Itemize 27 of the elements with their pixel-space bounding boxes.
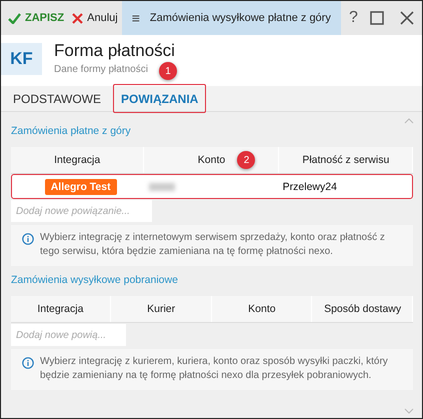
table-cell: Przelewy24 (282, 180, 337, 192)
checkmark-icon (8, 12, 21, 24)
blurred-value (149, 182, 176, 190)
info-icon (22, 357, 34, 369)
menu-icon[interactable]: ≡ (132, 10, 140, 26)
add-link-field[interactable]: Dodaj nowe powią... (11, 324, 126, 346)
maximize-icon[interactable] (370, 11, 384, 25)
close-icon[interactable] (400, 11, 414, 25)
section-title: Zamówienia płatne z góry (11, 125, 132, 137)
form-badge: KF (1, 43, 42, 75)
info-text: Wybierz integrację z internetowym serwisem sprzedaży, konto oraz płatność z tego serwisu, która będzie zamieniana na tę formę płatności nexo. (40, 231, 386, 259)
section-title: Zamówienia wysyłkowe pobraniowe (11, 274, 179, 286)
info-text: Wybierz integrację z kurierem, kuriera, konto oraz sposób wysyłki paczki, który będzie zamieniany na tę formę płatności nexo dla przesyłek pobraniowych. (40, 355, 389, 383)
highlighted-row[interactable]: Allegro Test Przelewy24 (11, 174, 413, 199)
close-icon (72, 12, 84, 24)
tab[interactable]: POWIĄZANIA (115, 86, 204, 111)
help-button[interactable]: ? (344, 9, 362, 27)
save-button[interactable]: ZAPISZ (1, 1, 68, 35)
page-title: Forma płatności (54, 41, 175, 61)
page-subtitle: Dane formy płatności (54, 64, 148, 75)
window-title: Zamówienia wysyłkowe płatne z góry (150, 12, 331, 24)
integration-tag: Allegro Test (44, 178, 117, 194)
step-badge: 2 (237, 151, 256, 169)
info-icon (22, 233, 34, 245)
add-link-field[interactable]: Dodaj nowe powiązanie... (11, 200, 152, 222)
tab[interactable]: PODSTAWOWE (7, 86, 107, 111)
cancel-button[interactable]: Anuluj (68, 1, 122, 35)
